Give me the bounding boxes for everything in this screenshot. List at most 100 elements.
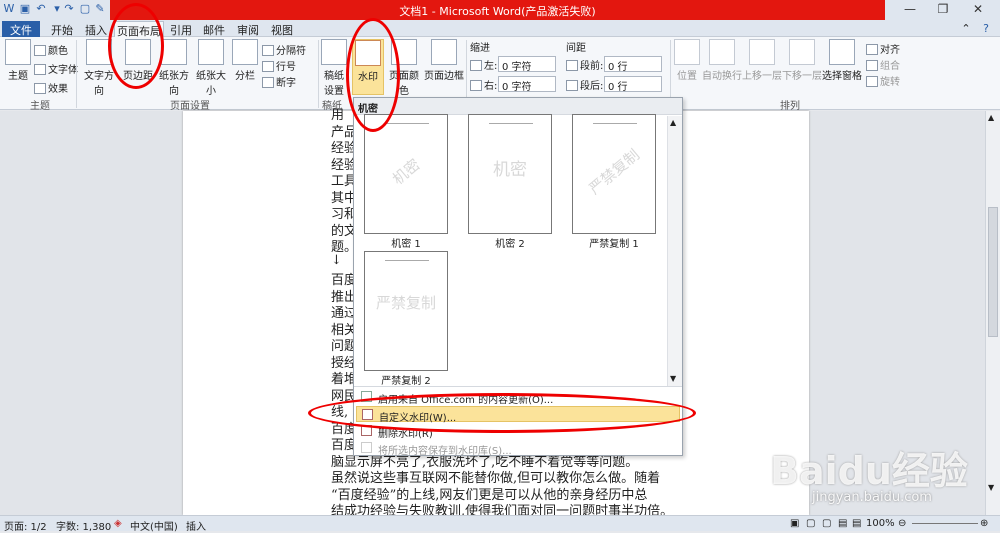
- zoom-out-icon[interactable]: ⊖: [898, 518, 906, 529]
- new-document-icon[interactable]: ▢: [78, 2, 92, 16]
- fonts-icon: [34, 64, 46, 75]
- page-borders-button[interactable]: 页面边框: [424, 39, 464, 82]
- view-print-layout-icon[interactable]: ▣: [790, 518, 799, 529]
- watermark-text: 机密: [493, 160, 527, 180]
- indent-left-icon: [470, 60, 482, 71]
- gallery-scrollbar[interactable]: ▲ ▼: [667, 116, 682, 386]
- selection-pane-button[interactable]: 选择窗格: [822, 39, 862, 82]
- tab-insert[interactable]: 插入: [80, 21, 112, 37]
- proofing-icon[interactable]: ◈: [114, 518, 122, 529]
- baidu-watermark-logo: Baidu经验: [770, 449, 968, 493]
- position-button[interactable]: 位置: [674, 39, 700, 82]
- group-button[interactable]: 组合: [866, 57, 900, 72]
- watermark-text: 严禁复制: [585, 145, 644, 199]
- watermark-thumb-no-copy-2[interactable]: 严禁复制: [364, 251, 448, 371]
- watermark-thumb-no-copy-1[interactable]: 严禁复制: [572, 114, 656, 234]
- header-line: [385, 123, 429, 124]
- breaks-button[interactable]: 分隔符: [262, 42, 306, 57]
- watermark-thumb-confidential-1[interactable]: 机密: [364, 114, 448, 234]
- page-borders-icon: [431, 39, 457, 65]
- tab-review[interactable]: 审阅: [232, 21, 264, 37]
- spacing-after-label: 段后:: [566, 77, 603, 92]
- spacing-before-input[interactable]: 0 行: [604, 56, 662, 73]
- menu-save-to-gallery[interactable]: 将所选内容保存到水印库(S)...: [356, 440, 680, 457]
- header-line: [489, 123, 533, 124]
- hyphenation-button[interactable]: 断字: [262, 74, 296, 89]
- group-label-page-setup: 页面设置: [170, 101, 210, 112]
- columns-icon: [232, 39, 258, 65]
- spacing-after-input[interactable]: 0 行: [604, 76, 662, 93]
- annotation-ring-watermark: [346, 18, 400, 132]
- close-button[interactable]: ✕: [965, 2, 991, 18]
- status-zoom[interactable]: 100%: [866, 518, 895, 529]
- line-numbers-button[interactable]: 行号: [262, 58, 296, 73]
- send-backward-button[interactable]: 下移一层: [782, 39, 822, 82]
- help-icon[interactable]: ?: [978, 21, 994, 37]
- annotation-ring-page-layout: [108, 3, 164, 89]
- tab-references[interactable]: 引用: [166, 21, 196, 37]
- header-line: [385, 260, 429, 261]
- undo-icon[interactable]: ↶: [34, 2, 48, 16]
- thumb-label: 严禁复制 2: [381, 376, 431, 387]
- fonts-button[interactable]: 文字体: [34, 61, 78, 76]
- scroll-up-icon[interactable]: ▲: [988, 113, 994, 122]
- size-button[interactable]: 纸张大小: [192, 39, 230, 97]
- indent-right-input[interactable]: 0 字符: [498, 76, 556, 93]
- scroll-up-icon[interactable]: ▲: [670, 118, 676, 127]
- save-icon[interactable]: ▣: [18, 2, 32, 16]
- tab-view[interactable]: 视图: [266, 21, 298, 37]
- window-title: 文档1 - Microsoft Word(产品激活失败): [399, 5, 596, 18]
- save-to-gallery-icon: [361, 442, 372, 453]
- vertical-scrollbar[interactable]: ▲ ▼: [985, 111, 1000, 515]
- view-full-screen-icon[interactable]: ▢: [806, 518, 815, 529]
- tab-file[interactable]: 文件: [2, 21, 40, 37]
- send-backward-icon: [789, 39, 815, 65]
- zoom-in-icon[interactable]: ⊕: [980, 518, 988, 529]
- tab-mailings[interactable]: 邮件: [198, 21, 230, 37]
- colors-button[interactable]: 颜色: [34, 42, 68, 57]
- watermark-thumb-confidential-2[interactable]: 机密: [468, 114, 552, 234]
- manuscript-icon: [321, 39, 347, 65]
- scroll-thumb[interactable]: [988, 207, 998, 337]
- view-draft-icon[interactable]: ▤: [852, 518, 861, 529]
- align-button[interactable]: 对齐: [866, 41, 900, 56]
- wrap-text-icon: [709, 39, 735, 65]
- rotate-icon: [866, 76, 878, 87]
- bring-forward-button[interactable]: 上移一层: [742, 39, 782, 82]
- scroll-down-icon[interactable]: ▼: [988, 483, 994, 492]
- columns-button[interactable]: 分栏: [232, 39, 258, 82]
- breaks-icon: [262, 45, 274, 56]
- indent-right-label: 右:: [470, 77, 497, 92]
- indent-left-input[interactable]: 0 字符: [498, 56, 556, 73]
- group-label-themes: 主题: [30, 101, 50, 112]
- rotate-button[interactable]: 旋转: [866, 73, 900, 88]
- header-line: [593, 123, 637, 124]
- restore-button[interactable]: ❐: [930, 2, 956, 18]
- spacing-before-icon: [566, 60, 578, 71]
- redo-icon[interactable]: ↷: [62, 2, 76, 16]
- collapse-ribbon-icon[interactable]: ⌃: [958, 21, 974, 37]
- zoom-slider[interactable]: [912, 523, 978, 524]
- orientation-icon: [161, 39, 187, 65]
- separator: [354, 386, 682, 387]
- manuscript-button[interactable]: 稿纸设置: [320, 39, 348, 97]
- minimize-button[interactable]: —: [897, 2, 923, 18]
- annotation-ring-custom-watermark: [308, 393, 696, 433]
- size-icon: [198, 39, 224, 65]
- status-bar: 页面: 1/2 字数: 1,380 ◈ 中文(中国) 插入 ▣ ▢ ▢ ▤ ▤ …: [0, 515, 1000, 533]
- themes-button[interactable]: 主题: [4, 39, 32, 82]
- effects-button[interactable]: 效果: [34, 80, 68, 95]
- baidu-watermark-url: jingyan.baidu.com: [812, 490, 932, 505]
- group-icon: [866, 60, 878, 71]
- format-painter-icon[interactable]: ✎: [93, 2, 107, 16]
- tab-home[interactable]: 开始: [46, 21, 78, 37]
- wrap-text-button[interactable]: 自动换行: [702, 39, 742, 82]
- word-icon[interactable]: W: [2, 2, 16, 16]
- view-web-icon[interactable]: ▢: [822, 518, 831, 529]
- watermark-text: 机密: [389, 155, 424, 189]
- document-line: ↓: [331, 252, 342, 268]
- view-outline-icon[interactable]: ▤: [838, 518, 847, 529]
- selection-pane-icon: [829, 39, 855, 65]
- scroll-down-icon[interactable]: ▼: [670, 374, 676, 383]
- spacing-label: 间距: [566, 43, 586, 54]
